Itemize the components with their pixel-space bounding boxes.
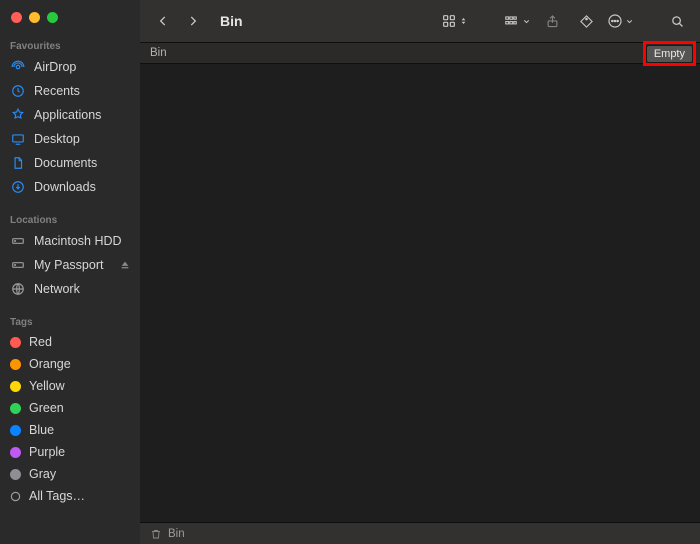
desktop-icon [10,131,26,147]
share-button[interactable] [539,8,565,34]
grid-view-icon [441,13,457,29]
tag-dot-icon [10,381,21,392]
sidebar-item-label: Purple [29,445,65,459]
sidebar-item-label: Recents [34,84,80,98]
chevron-down-icon [522,17,531,26]
tags-button[interactable] [573,8,599,34]
eject-icon[interactable] [120,260,130,270]
sidebar-item-downloads[interactable]: Downloads [0,175,140,199]
sidebar-item-label: Downloads [34,180,96,194]
sidebar-item-label: Desktop [34,132,80,146]
sidebar-tag-purple[interactable]: Purple [0,441,140,463]
path-bar: Bin [140,522,700,544]
back-button[interactable] [150,8,176,34]
window-title: Bin [220,13,243,29]
traffic-lights [0,6,140,35]
search-icon [670,14,685,29]
airdrop-icon [10,59,26,75]
sidebar-item-label: Documents [34,156,97,170]
group-by-menu[interactable] [502,14,531,28]
sidebar-item-label: Network [34,282,80,296]
sidebar-item-desktop[interactable]: Desktop [0,127,140,151]
network-icon [10,281,26,297]
sidebar-item-label: Applications [34,108,101,122]
tag-dot-icon [10,469,21,480]
sidebar-item-label: All Tags… [29,489,85,503]
sidebar-item-label: Green [29,401,64,415]
sidebar-section-tags: Tags [0,311,140,331]
sidebar-item-label: My Passport [34,258,103,272]
tags-list: Red Orange Yellow Green Blue Purple Gray… [0,331,140,507]
path-segment[interactable]: Bin [168,528,185,540]
tag-icon [579,14,594,29]
view-switcher[interactable] [441,13,468,29]
chevron-down-icon [625,17,634,26]
trash-icon [150,528,162,540]
tag-dot-icon [10,359,21,370]
file-list-area[interactable] [140,64,700,522]
sidebar-item-label: Orange [29,357,71,371]
close-window-button[interactable] [11,12,22,23]
download-icon [10,179,26,195]
sidebar-tag-blue[interactable]: Blue [0,419,140,441]
tag-dot-icon [10,447,21,458]
sidebar-item-documents[interactable]: Documents [0,151,140,175]
sidebar-item-network[interactable]: Network [0,277,140,301]
empty-highlight: Empty [643,41,696,66]
sidebar-item-label: Yellow [29,379,65,393]
sidebar-tag-red[interactable]: Red [0,331,140,353]
sidebar-item-label: AirDrop [34,60,76,74]
nav-buttons [150,8,206,34]
sidebar-item-my-passport[interactable]: My Passport [0,253,140,277]
finder-window: Favourites AirDrop Recents Applications … [0,0,700,544]
forward-button[interactable] [180,8,206,34]
sidebar-item-label: Macintosh HDD [34,234,122,248]
share-icon [545,14,560,29]
main-pane: Bin [140,0,700,544]
sidebar-item-applications[interactable]: Applications [0,103,140,127]
tag-dot-icon [10,337,21,348]
toolbar: Bin [140,0,700,42]
sidebar-item-label: Red [29,335,52,349]
sidebar-item-recents[interactable]: Recents [0,79,140,103]
updown-icon [459,14,468,28]
column-header-bar: Bin Empty [140,42,700,64]
sidebar-tag-green[interactable]: Green [0,397,140,419]
all-tags-icon [10,491,21,502]
more-icon [607,13,623,29]
column-name-header[interactable]: Bin [150,47,167,59]
actions-menu[interactable] [607,13,634,29]
document-icon [10,155,26,171]
empty-trash-button[interactable]: Empty [646,45,693,63]
tag-dot-icon [10,403,21,414]
sidebar-section-locations: Locations [0,209,140,229]
clock-icon [10,83,26,99]
sidebar-item-macintosh-hdd[interactable]: Macintosh HDD [0,229,140,253]
search-button[interactable] [664,8,690,34]
tag-dot-icon [10,425,21,436]
sidebar-all-tags[interactable]: All Tags… [0,485,140,507]
external-drive-icon [10,257,26,273]
sidebar-tag-orange[interactable]: Orange [0,353,140,375]
applications-icon [10,107,26,123]
sidebar-section-favourites: Favourites [0,35,140,55]
sidebar-item-label: Gray [29,467,56,481]
sidebar-tag-yellow[interactable]: Yellow [0,375,140,397]
minimize-window-button[interactable] [29,12,40,23]
maximize-window-button[interactable] [47,12,58,23]
sidebar-tag-gray[interactable]: Gray [0,463,140,485]
sidebar: Favourites AirDrop Recents Applications … [0,0,140,544]
group-icon [502,14,520,28]
sidebar-item-label: Blue [29,423,54,437]
sidebar-item-airdrop[interactable]: AirDrop [0,55,140,79]
harddrive-icon [10,233,26,249]
